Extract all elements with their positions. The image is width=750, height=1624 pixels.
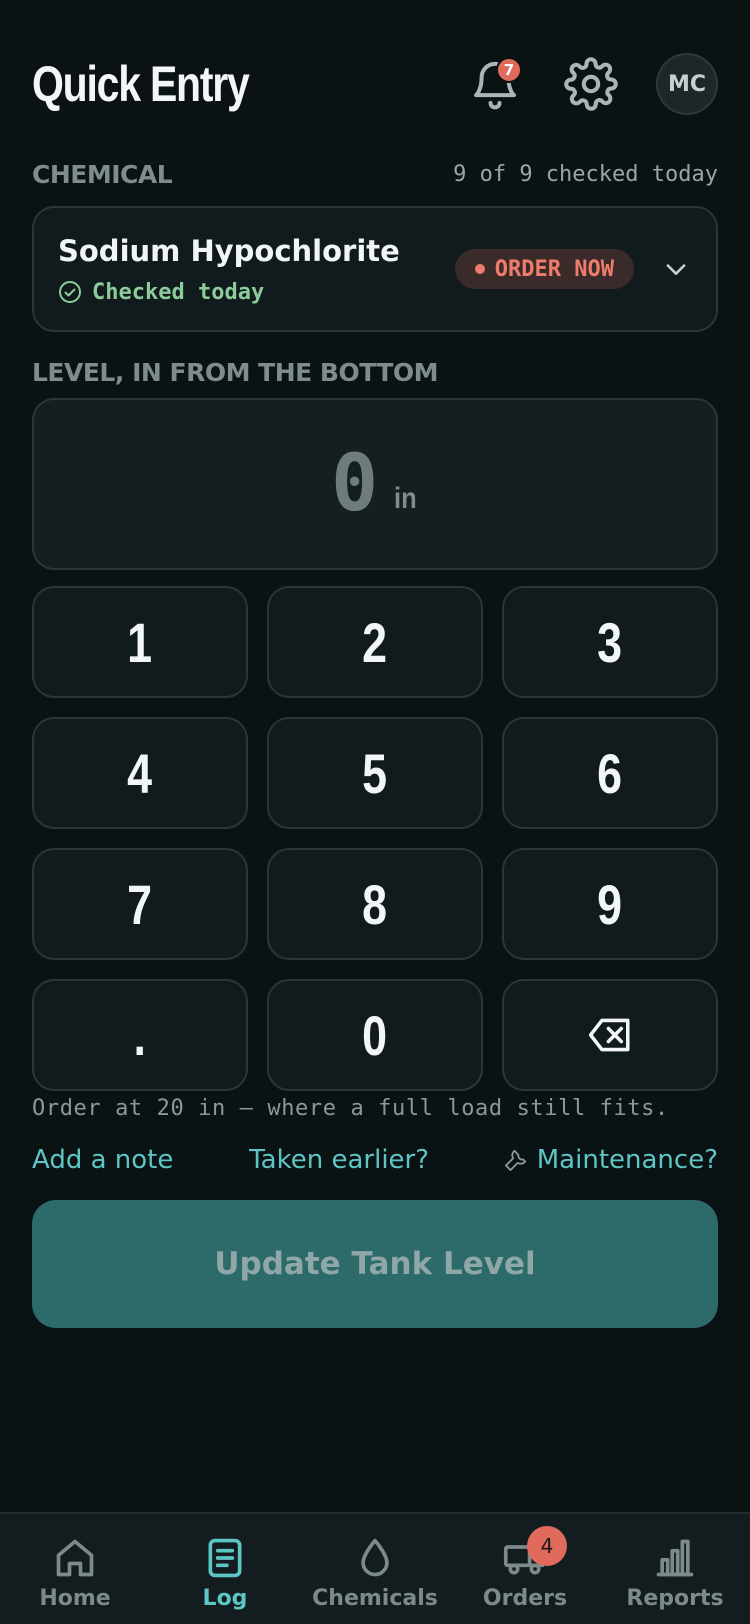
chemical-status-text: Checked today (92, 279, 265, 305)
level-display: 0 in (32, 398, 718, 570)
key-label: 6 (597, 741, 623, 805)
tab-label: Reports (626, 1586, 724, 1611)
chevron-down-icon[interactable] (660, 253, 692, 285)
chemical-section-header: CHEMICAL 9 of 9 checked today (32, 156, 718, 192)
maintenance-link[interactable]: Maintenance? (504, 1145, 718, 1175)
add-note-label: Add a note (32, 1145, 174, 1175)
key-8[interactable]: 8 (267, 848, 483, 960)
home-icon (56, 1539, 94, 1577)
header: Quick Entry 7 MC (32, 48, 718, 120)
checked-summary: 9 of 9 checked today (453, 161, 718, 187)
level-unit: in (394, 482, 417, 515)
order-now-label: ORDER NOW (494, 256, 614, 282)
key-2[interactable]: 2 (267, 586, 483, 698)
taken-earlier-label: Taken earlier? (249, 1145, 430, 1175)
chemical-name: Sodium Hypochlorite (58, 233, 400, 268)
alert-dot-icon (474, 264, 485, 274)
numeric-keypad: 1 2 3 4 5 6 7 8 9 . 0 (32, 586, 718, 1091)
key-3[interactable]: 3 (502, 586, 718, 698)
key-label: 1 (127, 610, 153, 674)
tab-orders[interactable]: 4 Orders (450, 1514, 600, 1624)
key-label: 2 (362, 610, 388, 674)
key-6[interactable]: 6 (502, 717, 718, 829)
key-label: 3 (597, 610, 623, 674)
tab-home[interactable]: Home (0, 1514, 150, 1624)
chemical-status: Checked today (58, 280, 400, 305)
level-value: 0 (331, 439, 379, 529)
key-9[interactable]: 9 (502, 848, 718, 960)
header-actions: 7 MC (464, 53, 718, 115)
tab-label: Orders (482, 1586, 568, 1611)
level-label: LEVEL, IN FROM THE BOTTOM (32, 357, 439, 387)
key-backspace[interactable] (502, 979, 718, 1091)
secondary-actions: Add a note Taken earlier? Maintenance? (32, 1140, 718, 1180)
chemical-selector[interactable]: Sodium Hypochlorite Checked today ORDER … (32, 206, 718, 332)
add-note-link[interactable]: Add a note (32, 1145, 173, 1175)
key-0[interactable]: 0 (267, 979, 483, 1091)
key-decimal[interactable]: . (32, 979, 248, 1091)
tab-label: Log (202, 1586, 248, 1611)
taken-earlier-link[interactable]: Taken earlier? (249, 1145, 429, 1175)
maintenance-label: Maintenance? (536, 1145, 718, 1175)
check-circle-icon (59, 281, 81, 303)
key-5[interactable]: 5 (267, 717, 483, 829)
wrench-icon (504, 1149, 526, 1171)
key-label: 9 (597, 872, 623, 936)
key-label: 4 (127, 741, 153, 805)
notification-badge: 7 (496, 57, 522, 83)
orders-badge: 4 (527, 1526, 567, 1566)
bar-chart-icon (656, 1539, 694, 1577)
order-now-badge[interactable]: ORDER NOW (454, 249, 634, 289)
chemical-info: Sodium Hypochlorite Checked today (58, 234, 400, 305)
order-hint: Order at 20 in — where a full load still… (32, 1096, 669, 1121)
bottom-tab-bar: Home Log Chemicals 4 Orders Reports (0, 1512, 750, 1624)
drop-icon (361, 1538, 389, 1577)
tab-chemicals[interactable]: Chemicals (300, 1514, 450, 1624)
page-title: Quick Entry (32, 56, 250, 112)
key-label: 8 (362, 872, 388, 936)
backspace-icon (589, 1018, 630, 1052)
key-7[interactable]: 7 (32, 848, 248, 960)
key-label: 5 (362, 741, 388, 805)
avatar[interactable]: MC (656, 53, 718, 115)
tab-log[interactable]: Log (150, 1514, 300, 1624)
update-tank-level-button[interactable]: Update Tank Level (32, 1200, 718, 1328)
key-4[interactable]: 4 (32, 717, 248, 829)
chemical-label: CHEMICAL (32, 159, 173, 189)
tab-reports[interactable]: Reports (600, 1514, 750, 1624)
key-label: 7 (127, 872, 153, 936)
level-section-header: LEVEL, IN FROM THE BOTTOM (32, 354, 718, 390)
tab-label: Home (39, 1586, 111, 1611)
settings-button[interactable] (560, 53, 622, 115)
key-label: 0 (362, 1003, 388, 1067)
gear-icon (564, 57, 618, 111)
tab-label: Chemicals (312, 1586, 438, 1611)
notifications-button[interactable]: 7 (464, 53, 526, 115)
update-tank-level-label: Update Tank Level (214, 1246, 536, 1282)
key-label: . (133, 1003, 147, 1067)
log-icon (208, 1538, 242, 1578)
key-1[interactable]: 1 (32, 586, 248, 698)
